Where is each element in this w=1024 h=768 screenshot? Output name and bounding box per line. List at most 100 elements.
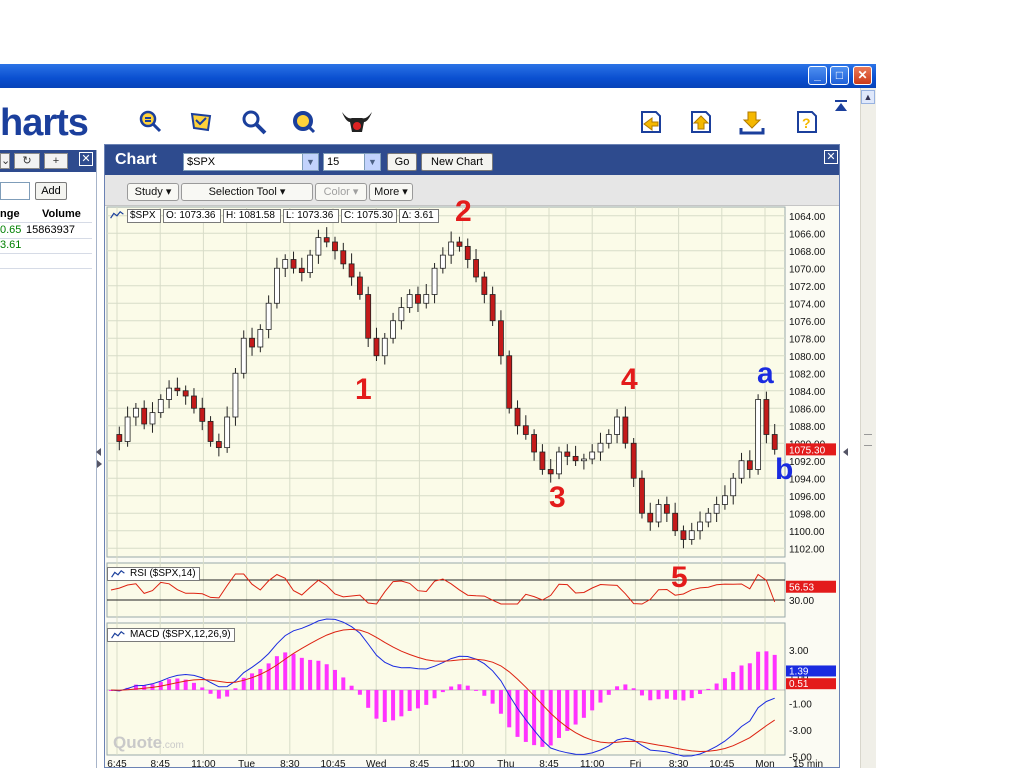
candle: [191, 395, 197, 409]
candle: [730, 477, 737, 497]
bull-icon[interactable]: [340, 108, 374, 136]
symbol-input[interactable]: [0, 182, 30, 200]
download-tray-icon[interactable]: [738, 108, 766, 136]
upload-icon[interactable]: [686, 108, 714, 136]
macd-value-label: 1.39: [789, 666, 809, 677]
macd-histogram-bar: [664, 690, 669, 699]
macd-histogram-bar: [523, 690, 528, 742]
macd-histogram-bar: [681, 690, 686, 701]
wave-label-2: 2: [455, 195, 472, 228]
candle: [124, 416, 131, 442]
candle: [771, 434, 778, 450]
macd-histogram-bar: [374, 690, 379, 719]
macd-histogram-bar: [424, 690, 429, 705]
search-highlight-icon[interactable]: [136, 108, 164, 136]
candle: [149, 412, 156, 425]
candle: [340, 250, 347, 265]
ohlc-close: C: 1075.30: [341, 209, 397, 223]
candle: [522, 425, 529, 435]
refresh-q-icon[interactable]: [290, 108, 318, 136]
candle: [514, 407, 521, 427]
wave-label-4: 4: [621, 363, 638, 396]
zoom-icon[interactable]: [240, 108, 268, 136]
macd-histogram-bar: [498, 690, 503, 714]
candle: [406, 294, 413, 309]
watchlist-dropdown[interactable]: ⌄: [0, 153, 10, 169]
wave-label-a: a: [757, 357, 774, 390]
chart-canvas[interactable]: 6:45 8:45 11:00 Tue 8:30 10:45 Wed 8:45 11:00 Thu…: [105, 145, 839, 767]
candle: [556, 451, 562, 475]
candle: [539, 451, 546, 470]
macd-histogram-bar: [250, 673, 255, 690]
vertical-scrollbar[interactable]: [860, 88, 876, 768]
collapse-left-icon[interactable]: [96, 448, 101, 456]
macd-histogram-bar: [731, 671, 736, 690]
candle: [249, 337, 255, 348]
help-icon[interactable]: ?: [792, 108, 820, 136]
candle: [564, 451, 571, 457]
candle: [464, 245, 471, 260]
candle: [323, 237, 330, 243]
macd-histogram-bar: [581, 690, 586, 718]
time-tick-label: Fri: [630, 759, 642, 767]
macd-histogram-bar: [772, 654, 777, 690]
macd-histogram-bar: [714, 683, 719, 690]
price-tick-label: 1080.00: [789, 352, 826, 363]
candle: [547, 469, 554, 475]
close-button[interactable]: ✕: [853, 66, 872, 85]
maximize-button[interactable]: □: [830, 66, 849, 85]
price-tick-label: 1100.00: [789, 527, 825, 538]
wave-label-3: 3: [549, 481, 566, 514]
col-change: nge: [0, 208, 20, 220]
macd-histogram-bar: [333, 669, 337, 690]
candle: [439, 254, 446, 269]
scroll-grip[interactable]: [864, 434, 872, 446]
macd-histogram-bar: [639, 690, 644, 696]
candle: [639, 477, 645, 514]
scroll-up-button[interactable]: ▲: [861, 90, 875, 104]
candle: [688, 530, 695, 540]
list-item[interactable]: 0.65 15863937: [0, 224, 92, 239]
macd-histogram-bar: [465, 685, 470, 690]
scroll-hand-icon[interactable]: [186, 108, 214, 136]
watchlist-close-button[interactable]: ✕: [79, 152, 93, 166]
macd-histogram-bar: [706, 688, 711, 690]
time-tick-label: 8:45: [539, 759, 559, 767]
macd-tick-label: 3.00: [789, 646, 809, 657]
add-symbol-icon[interactable]: +: [44, 153, 68, 169]
macd-tick-label: -3.00: [789, 726, 812, 737]
download-left-icon[interactable]: [636, 108, 664, 136]
candle: [580, 458, 587, 462]
list-item[interactable]: 3.61: [0, 239, 92, 254]
candle: [365, 294, 372, 339]
refresh-icon[interactable]: ↻: [14, 153, 40, 169]
candle: [481, 276, 488, 295]
svg-text:?: ?: [802, 115, 811, 131]
minimize-button[interactable]: _: [808, 66, 827, 85]
candle: [132, 407, 139, 418]
macd-histogram-bar: [474, 689, 479, 691]
expand-right-icon[interactable]: [97, 460, 102, 468]
macd-histogram-bar: [175, 678, 180, 690]
add-button[interactable]: Add: [35, 182, 67, 200]
time-tick-label: Tue: [238, 759, 255, 767]
price-tick-label: 1084.00: [789, 387, 826, 398]
collapse-up-icon[interactable]: [834, 100, 848, 112]
time-tick-label: Mon: [755, 759, 774, 767]
macd-histogram-bar: [440, 690, 445, 693]
price-tick-label: 1076.00: [789, 317, 826, 328]
candle: [473, 259, 479, 278]
candle: [672, 512, 679, 532]
macd-histogram-bar: [399, 690, 404, 717]
candle: [224, 416, 231, 449]
candle: [597, 442, 604, 453]
macd-histogram-bar: [349, 685, 354, 690]
collapse-right-icon[interactable]: [843, 448, 848, 456]
list-item[interactable]: [0, 254, 92, 269]
candle: [663, 504, 670, 514]
macd-histogram-bar: [266, 663, 271, 690]
macd-panel: [106, 622, 786, 756]
rsi-value-label: 56.53: [789, 583, 814, 594]
candle: [531, 434, 538, 453]
macd-histogram-bar: [291, 653, 296, 690]
